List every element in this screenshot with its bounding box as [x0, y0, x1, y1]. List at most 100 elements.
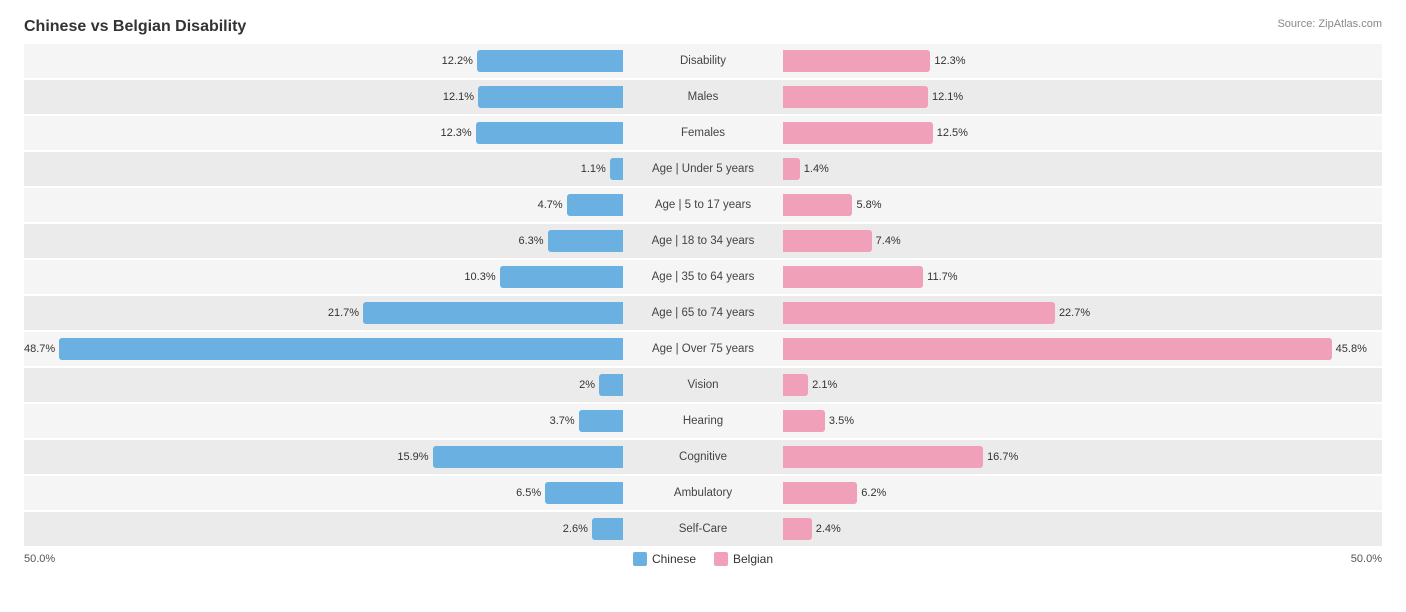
left-section: 4.7%: [24, 188, 623, 222]
bar-inner: 12.3% Females 12.5%: [24, 116, 1382, 150]
chinese-value: 48.7%: [24, 343, 55, 355]
chart-title: Chinese vs Belgian Disability: [24, 18, 1382, 36]
belgian-legend-box: [714, 552, 728, 566]
left-section: 21.7%: [24, 296, 623, 330]
right-section: 2.4%: [783, 512, 1382, 546]
blue-bar: [592, 518, 623, 540]
bar-label: Age | Under 5 years: [623, 163, 783, 175]
chinese-value: 12.1%: [443, 91, 474, 103]
blue-bar: [545, 482, 623, 504]
blue-bar: [433, 446, 623, 468]
pink-bar: [783, 86, 928, 108]
chinese-value: 1.1%: [581, 163, 606, 175]
left-section: 48.7%: [24, 332, 623, 366]
bar-label: Age | 35 to 64 years: [623, 271, 783, 283]
bar-inner: 6.5% Ambulatory 6.2%: [24, 476, 1382, 510]
chinese-value: 6.3%: [518, 235, 543, 247]
bar-label: Self-Care: [623, 523, 783, 535]
left-section: 1.1%: [24, 152, 623, 186]
chinese-value: 2%: [579, 379, 595, 391]
left-section: 6.3%: [24, 224, 623, 258]
bar-label: Ambulatory: [623, 487, 783, 499]
pink-bar: [783, 482, 857, 504]
belgian-value: 22.7%: [1059, 307, 1090, 319]
blue-bar: [477, 50, 623, 72]
bar-row: 21.7% Age | 65 to 74 years 22.7%: [24, 296, 1382, 330]
bar-inner: 1.1% Age | Under 5 years 1.4%: [24, 152, 1382, 186]
bar-row: 6.5% Ambulatory 6.2%: [24, 476, 1382, 510]
bar-row: 1.1% Age | Under 5 years 1.4%: [24, 152, 1382, 186]
bar-inner: 12.1% Males 12.1%: [24, 80, 1382, 114]
blue-bar: [500, 266, 623, 288]
legend-item-chinese: Chinese: [633, 552, 696, 566]
bar-label: Males: [623, 91, 783, 103]
belgian-value: 12.1%: [932, 91, 963, 103]
bar-row: 12.1% Males 12.1%: [24, 80, 1382, 114]
bar-row: 3.7% Hearing 3.5%: [24, 404, 1382, 438]
right-section: 2.1%: [783, 368, 1382, 402]
scale-right: 50.0%: [1351, 553, 1382, 565]
right-section: 12.1%: [783, 80, 1382, 114]
left-section: 15.9%: [24, 440, 623, 474]
belgian-value: 2.4%: [816, 523, 841, 535]
blue-bar: [363, 302, 623, 324]
pink-bar: [783, 50, 930, 72]
blue-bar: [567, 194, 623, 216]
source-text: Source: ZipAtlas.com: [1277, 18, 1382, 30]
footer-row: 50.0% Chinese Belgian 50.0%: [24, 552, 1382, 566]
chinese-value: 10.3%: [464, 271, 495, 283]
bar-label: Age | 65 to 74 years: [623, 307, 783, 319]
belgian-value: 2.1%: [812, 379, 837, 391]
belgian-value: 7.4%: [876, 235, 901, 247]
bar-inner: 48.7% Age | Over 75 years 45.8%: [24, 332, 1382, 366]
legend-item-belgian: Belgian: [714, 552, 773, 566]
pink-bar: [783, 158, 800, 180]
pink-bar: [783, 266, 923, 288]
chinese-value: 15.9%: [397, 451, 428, 463]
legend: Chinese Belgian: [633, 552, 773, 566]
pink-bar: [783, 338, 1332, 360]
blue-bar: [599, 374, 623, 396]
left-section: 12.1%: [24, 80, 623, 114]
pink-bar: [783, 122, 933, 144]
bar-row: 6.3% Age | 18 to 34 years 7.4%: [24, 224, 1382, 258]
belgian-value: 6.2%: [861, 487, 886, 499]
pink-bar: [783, 410, 825, 432]
right-section: 7.4%: [783, 224, 1382, 258]
right-section: 16.7%: [783, 440, 1382, 474]
left-section: 3.7%: [24, 404, 623, 438]
left-section: 2%: [24, 368, 623, 402]
pink-bar: [783, 518, 812, 540]
belgian-value: 5.8%: [856, 199, 881, 211]
pink-bar: [783, 374, 808, 396]
belgian-value: 11.7%: [927, 271, 957, 283]
scale-left: 50.0%: [24, 553, 55, 565]
chart-area: 12.2% Disability 12.3% 12.1% Males 12.1%: [24, 44, 1382, 546]
chinese-legend-box: [633, 552, 647, 566]
belgian-value: 12.5%: [937, 127, 968, 139]
blue-bar: [548, 230, 623, 252]
bar-row: 12.2% Disability 12.3%: [24, 44, 1382, 78]
blue-bar: [610, 158, 623, 180]
bar-label: Age | 5 to 17 years: [623, 199, 783, 211]
pink-bar: [783, 194, 852, 216]
bar-label: Age | Over 75 years: [623, 343, 783, 355]
bar-label: Females: [623, 127, 783, 139]
left-section: 12.3%: [24, 116, 623, 150]
belgian-value: 1.4%: [804, 163, 829, 175]
pink-bar: [783, 446, 983, 468]
right-section: 45.8%: [783, 332, 1382, 366]
chinese-legend-label: Chinese: [652, 552, 696, 566]
bar-row: 10.3% Age | 35 to 64 years 11.7%: [24, 260, 1382, 294]
bar-label: Age | 18 to 34 years: [623, 235, 783, 247]
belgian-value: 16.7%: [987, 451, 1018, 463]
bar-inner: 4.7% Age | 5 to 17 years 5.8%: [24, 188, 1382, 222]
chinese-value: 12.3%: [440, 127, 471, 139]
bar-row: 2% Vision 2.1%: [24, 368, 1382, 402]
belgian-legend-label: Belgian: [733, 552, 773, 566]
chinese-value: 3.7%: [550, 415, 575, 427]
belgian-value: 45.8%: [1336, 343, 1367, 355]
bar-row: 15.9% Cognitive 16.7%: [24, 440, 1382, 474]
chart-container: Chinese vs Belgian Disability Source: Zi…: [0, 0, 1406, 576]
bar-inner: 10.3% Age | 35 to 64 years 11.7%: [24, 260, 1382, 294]
